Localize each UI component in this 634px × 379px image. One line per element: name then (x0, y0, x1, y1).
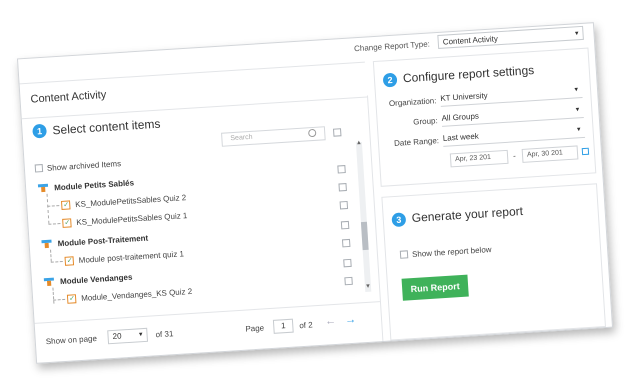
select-all-checkbox[interactable] (333, 128, 342, 137)
search-input[interactable]: Search (221, 126, 326, 147)
search-placeholder: Search (230, 133, 253, 143)
tree-connector (50, 260, 63, 263)
report-card: Change Report Type: Content Activity ▾ C… (16, 22, 614, 364)
module-icon (43, 277, 54, 287)
date-range-value: Last week (442, 131, 480, 143)
group-value: All Groups (441, 111, 480, 123)
total-items-text: of 31 (155, 329, 174, 340)
chevron-down-icon: ▾ (576, 126, 581, 134)
tree-item-quiz[interactable]: Module_Vendanges_KS Quiz 2 (81, 287, 193, 303)
run-report-button[interactable]: Run Report (401, 274, 469, 301)
tree-connector (46, 193, 50, 224)
tree-item-module-petits-sables[interactable]: Module Petits Sablés (54, 178, 134, 192)
search-icon (307, 128, 317, 138)
step-3-badge: 3 (391, 212, 407, 228)
module-petits-sables-checkbox[interactable] (337, 165, 346, 174)
report-type-select[interactable]: Content Activity ▾ (437, 25, 584, 49)
quiz-checkbox[interactable] (344, 276, 353, 286)
module-icon (41, 239, 52, 249)
per-page-value: 20 (112, 331, 122, 341)
show-archived-checkbox[interactable] (34, 164, 44, 173)
module-icon (37, 183, 49, 193)
step-1-badge: 1 (32, 123, 48, 139)
quiz-checkbox[interactable] (338, 183, 347, 192)
show-report-checkbox[interactable] (399, 250, 409, 259)
quiz-icon: ✓ (64, 256, 75, 266)
module-post-traitement-checkbox[interactable] (340, 220, 350, 230)
tree-connector (52, 287, 55, 304)
tree-item-module-vendanges[interactable]: Module Vendanges (60, 273, 133, 287)
change-report-type-label: Change Report Type: (353, 39, 431, 54)
select-content-title: Select content items (52, 116, 161, 138)
chevron-down-icon: ▾ (574, 86, 579, 94)
module-vendanges-checkbox[interactable] (343, 258, 352, 268)
next-page-icon[interactable]: → (345, 314, 357, 327)
page-label: Page (245, 323, 265, 334)
generate-panel: 3 Generate your report Show the report b… (381, 183, 606, 341)
page-input[interactable]: 1 (272, 318, 294, 334)
date-separator: - (512, 151, 517, 161)
chevron-down-icon: ▾ (574, 30, 579, 38)
chevron-down-icon: ▾ (138, 331, 143, 339)
tree-connector (48, 223, 61, 225)
report-type-value: Content Activity (442, 34, 499, 47)
tree-item-quiz[interactable]: KS_ModulePetitsSables Quiz 1 (76, 211, 188, 227)
scroll-down-icon[interactable]: ▼ (365, 284, 371, 290)
screenshot-stage: Change Report Type: Content Activity ▾ C… (0, 0, 634, 379)
tree-connector (47, 205, 60, 207)
content-scrollbar[interactable]: ▲ ▼ (356, 140, 372, 293)
date-to-input[interactable]: Apr, 30 201 (521, 145, 579, 163)
quiz-checkbox[interactable] (339, 200, 349, 210)
calendar-icon[interactable] (581, 147, 590, 156)
generate-title: Generate your report (411, 203, 524, 225)
quiz-icon: ✓ (62, 218, 72, 228)
scroll-up-icon[interactable]: ▲ (356, 140, 362, 146)
select-content-panel: 1 Select content items Search Show archi… (21, 95, 384, 364)
right-column: 2 Configure report settings Organization… (372, 47, 606, 341)
quiz-icon: ✓ (60, 200, 71, 210)
step-2-badge: 2 (382, 72, 398, 88)
chevron-down-icon: ▾ (575, 106, 580, 114)
date-from-input[interactable]: Apr, 23 201 (449, 149, 509, 168)
page-title: Content Activity (30, 88, 107, 106)
tree-item-quiz[interactable]: Module post-traitement quiz 1 (78, 249, 184, 265)
show-on-page-label: Show on page (45, 333, 98, 347)
tree-item-quiz[interactable]: KS_ModulePetitsSables Quiz 2 (75, 193, 187, 209)
show-report-label: Show the report below (411, 245, 492, 260)
quiz-icon: ✓ (66, 294, 77, 304)
quiz-checkbox[interactable] (341, 238, 351, 248)
tree-connector (53, 298, 66, 301)
date-range-label: Date Range: (393, 136, 440, 148)
scroll-thumb[interactable] (360, 221, 369, 251)
organization-label: Organization: (388, 96, 437, 109)
configure-panel: 2 Configure report settings Organization… (372, 47, 597, 187)
group-label: Group: (412, 116, 438, 127)
per-page-select[interactable]: 20 ▾ (107, 327, 149, 345)
date-range-select[interactable]: Last week ▾ (442, 122, 586, 147)
pagination-footer: Show on page 20 ▾ of 31 Page 1 of 2 ← → (34, 301, 383, 364)
page-total-text: of 2 (299, 320, 313, 331)
show-archived-label: Show archived Items (46, 159, 122, 173)
configure-title: Configure report settings (402, 63, 535, 86)
prev-page-icon[interactable]: ← (325, 315, 337, 328)
tree-item-module-post-traitement[interactable]: Module Post-Traitement (57, 234, 148, 249)
tree-connector (50, 249, 52, 262)
organization-value: KT University (440, 90, 488, 103)
